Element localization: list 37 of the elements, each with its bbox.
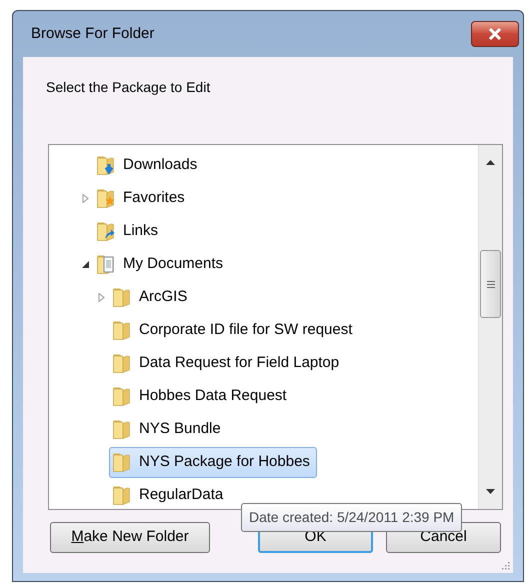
resize-grip-icon[interactable] xyxy=(501,561,510,570)
folder-down-arrow-icon xyxy=(97,156,115,175)
scroll-up-icon[interactable] xyxy=(486,160,495,165)
folder-icon xyxy=(113,354,131,373)
tree-item[interactable]: Corporate ID file for SW request xyxy=(109,315,360,346)
prompt-text: Select the Package to Edit xyxy=(45,78,212,97)
grip-icon xyxy=(486,280,494,288)
scrollbar[interactable] xyxy=(478,145,502,509)
close-button[interactable] xyxy=(471,21,519,47)
window-title: Browse For Folder xyxy=(31,24,154,44)
tooltip: Date created: 5/24/2011 2:39 PM xyxy=(241,503,462,532)
scroll-down-icon[interactable] xyxy=(486,489,495,494)
folder-icon xyxy=(113,420,131,439)
tree-item[interactable]: Data Request for Field Laptop xyxy=(109,348,346,379)
tree-item[interactable]: My Documents xyxy=(93,249,230,280)
folder-icon xyxy=(113,387,131,406)
tree-item[interactable]: Hobbes Data Request xyxy=(109,381,294,412)
folder-icon xyxy=(113,288,131,307)
tree-item[interactable]: Favorites xyxy=(93,183,192,214)
folder-icon xyxy=(113,486,131,505)
folder-star-icon xyxy=(97,189,115,208)
folder-arrow-icon xyxy=(97,222,115,241)
scrollbar-thumb[interactable] xyxy=(480,250,501,318)
tree-item[interactable]: Links xyxy=(93,216,166,247)
folder-icon xyxy=(113,453,131,472)
folder-icon xyxy=(113,321,131,340)
expand-arrow-icon[interactable] xyxy=(96,293,106,302)
documents-folder-icon xyxy=(97,255,115,274)
dialog-button[interactable]: Make New Folder xyxy=(50,522,210,553)
expand-arrow-icon[interactable] xyxy=(80,194,90,203)
tree-item[interactable]: NYS Package for Hobbes xyxy=(109,447,317,478)
tree-item[interactable]: ArcGIS xyxy=(109,282,194,313)
tree-item[interactable]: Downloads xyxy=(93,150,204,181)
close-icon xyxy=(488,28,502,40)
tree-item[interactable]: RegularData xyxy=(109,480,230,509)
collapse-arrow-icon[interactable] xyxy=(80,260,90,269)
tree-item[interactable]: NYS Bundle xyxy=(109,414,228,445)
